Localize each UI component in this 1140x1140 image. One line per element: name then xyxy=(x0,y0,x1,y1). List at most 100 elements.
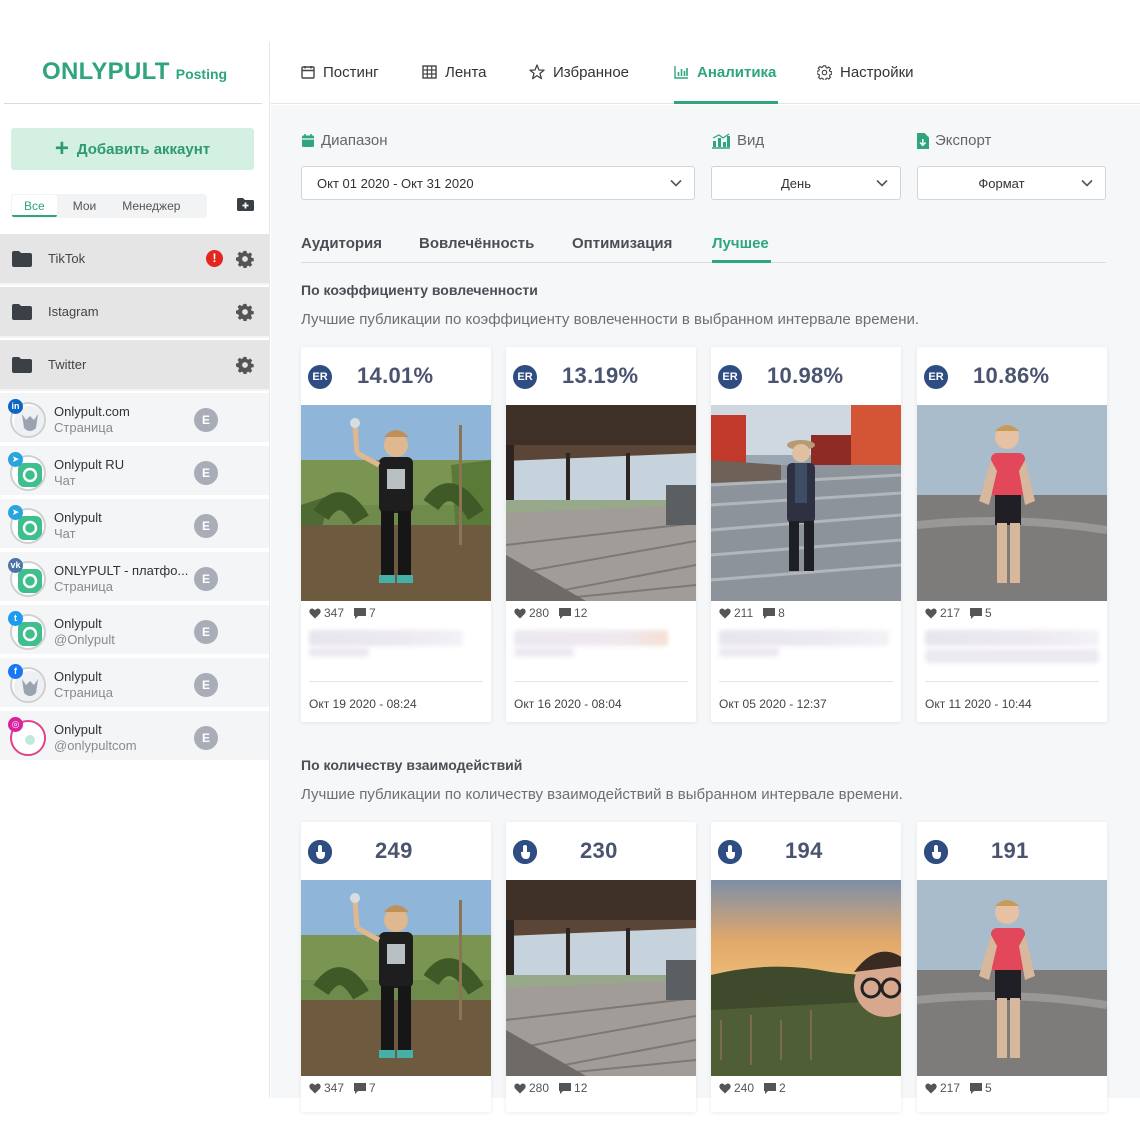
account-type: Чат xyxy=(54,526,76,541)
account-row[interactable]: in Onlypult.com Страница E xyxy=(0,393,269,444)
post-stats: 217 5 xyxy=(925,606,992,620)
view-select[interactable]: День xyxy=(711,166,901,200)
export-format-select[interactable]: Формат xyxy=(917,166,1106,200)
blurred-caption xyxy=(514,630,668,646)
post-image xyxy=(917,880,1107,1076)
post-card[interactable]: ER 10.86% 217 5 Окт 11 2020 - 10:44 xyxy=(917,347,1107,722)
er-icon: ER xyxy=(924,365,948,389)
comment-icon xyxy=(559,607,572,619)
gear-icon[interactable] xyxy=(236,250,254,268)
nav-analytics[interactable]: Аналитика xyxy=(674,62,776,82)
post-card[interactable]: 230 280 12 xyxy=(506,822,696,1112)
app-logo[interactable]: ONLYPULT Posting xyxy=(42,58,227,86)
blurred-caption xyxy=(925,630,1099,646)
nav-label: Настройки xyxy=(840,63,914,81)
account-name: Onlypult xyxy=(54,510,102,525)
group-row-istagram[interactable]: Istagram xyxy=(0,287,269,338)
account-type: Чат xyxy=(54,473,76,488)
comment-icon xyxy=(763,607,776,619)
interactions-value: 191 xyxy=(991,838,1029,863)
account-name: Onlypult RU xyxy=(54,457,125,472)
folder-icon xyxy=(12,251,32,267)
tab-best[interactable]: Лучшее xyxy=(712,235,769,252)
comment-icon xyxy=(354,607,367,619)
account-type: @onlypultcom xyxy=(54,738,137,753)
group-row-twitter[interactable]: Twitter xyxy=(0,340,269,391)
grid-icon xyxy=(422,65,437,79)
er-icon: ER xyxy=(718,365,742,389)
logo-sub: Posting xyxy=(175,66,228,82)
account-type: @Onlypult xyxy=(54,632,115,647)
account-row[interactable]: t Onlypult @Onlypult E xyxy=(0,605,269,656)
post-card[interactable]: ER 13.19% 280 12 Окт 16 2020 - 08:04 xyxy=(506,347,696,722)
heart-icon xyxy=(309,608,321,618)
gear-icon xyxy=(817,64,832,80)
nav-posting[interactable]: Постинг xyxy=(301,62,379,82)
post-card[interactable]: 194 240 2 xyxy=(711,822,901,1112)
account-tag-badge: E xyxy=(194,620,218,644)
nav-favorites[interactable]: Избранное xyxy=(529,62,629,82)
post-stats: 347 7 xyxy=(309,606,376,620)
nav-label: Лента xyxy=(445,63,487,81)
post-image xyxy=(917,405,1107,601)
add-folder-icon[interactable] xyxy=(237,198,254,211)
blurred-caption xyxy=(925,649,1099,663)
account-type: Страница xyxy=(54,685,113,700)
account-tag-badge: E xyxy=(194,726,218,750)
nav-settings[interactable]: Настройки xyxy=(817,62,914,82)
er-icon: ER xyxy=(513,365,537,389)
post-card[interactable]: 191 217 5 xyxy=(917,822,1107,1112)
add-account-button[interactable]: + Добавить аккаунт xyxy=(11,128,254,170)
export-format-value: Формат xyxy=(978,175,1025,191)
account-row[interactable]: ➤ Onlypult RU Чат E xyxy=(0,446,269,497)
calendar-icon xyxy=(301,66,315,79)
touch-icon xyxy=(308,840,332,864)
account-row[interactable]: ◎ Onlypult @onlypultcom E xyxy=(0,711,269,762)
engagement-rate-value: 13.19% xyxy=(562,363,639,388)
account-row[interactable]: f Onlypult Страница E xyxy=(0,658,269,709)
divider xyxy=(309,681,483,682)
add-account-label: Добавить аккаунт xyxy=(76,140,211,158)
account-type: Страница xyxy=(54,579,113,594)
post-image xyxy=(506,405,696,601)
date-range-select[interactable]: Окт 01 2020 - Окт 31 2020 xyxy=(301,166,695,200)
engagement-rate-value: 10.98% xyxy=(767,363,844,388)
post-stats: 217 5 xyxy=(925,1081,992,1095)
active-subtab-indicator xyxy=(712,260,771,263)
plus-icon: + xyxy=(54,135,69,162)
tab-audience[interactable]: Аудитория xyxy=(301,235,382,252)
vk-icon: vk xyxy=(8,558,23,573)
comments-count: 2 xyxy=(779,1081,786,1095)
post-card[interactable]: 249 347 7 xyxy=(301,822,491,1112)
blurred-caption xyxy=(309,630,463,646)
group-row-tiktok[interactable]: TikTok ! xyxy=(0,234,269,285)
nav-feed[interactable]: Лента xyxy=(422,62,487,82)
blurred-caption xyxy=(719,647,779,657)
er-icon: ER xyxy=(308,365,332,389)
tab-engagement[interactable]: Вовлечённость xyxy=(419,235,534,252)
account-row[interactable]: vk ONLYPULT - платфо... Страница E xyxy=(0,552,269,603)
post-card[interactable]: ER 10.98% 211 8 Окт 05 2020 - 12:37 xyxy=(711,347,901,722)
comment-icon xyxy=(354,1082,367,1094)
comment-icon xyxy=(559,1082,572,1094)
filter-mine[interactable]: Мои xyxy=(67,199,103,213)
engagement-rate-value: 10.86% xyxy=(973,363,1050,388)
heart-icon xyxy=(309,1083,321,1093)
filter-manager[interactable]: Менеджер xyxy=(116,199,186,213)
comments-count: 7 xyxy=(369,1081,376,1095)
instagram-icon: ◎ xyxy=(8,717,23,732)
gear-icon[interactable] xyxy=(236,356,254,374)
tab-optimization[interactable]: Оптимизация xyxy=(572,235,672,252)
post-card[interactable]: ER 14.01% 347 7 Окт 19 2020 - 08:24 xyxy=(301,347,491,722)
account-tag-badge: E xyxy=(194,673,218,697)
filter-all[interactable]: Все xyxy=(12,195,57,217)
file-download-icon xyxy=(917,132,929,149)
chart-icon xyxy=(674,66,688,79)
gear-icon[interactable] xyxy=(236,303,254,321)
post-date: Окт 19 2020 - 08:24 xyxy=(309,697,417,711)
account-row[interactable]: ➤ Onlypult Чат E xyxy=(0,499,269,550)
alert-icon: ! xyxy=(206,250,223,267)
likes-count: 280 xyxy=(529,606,550,620)
section-description: Лучшие публикации по коэффициенту вовлеч… xyxy=(301,311,920,328)
comments-count: 5 xyxy=(985,606,992,620)
